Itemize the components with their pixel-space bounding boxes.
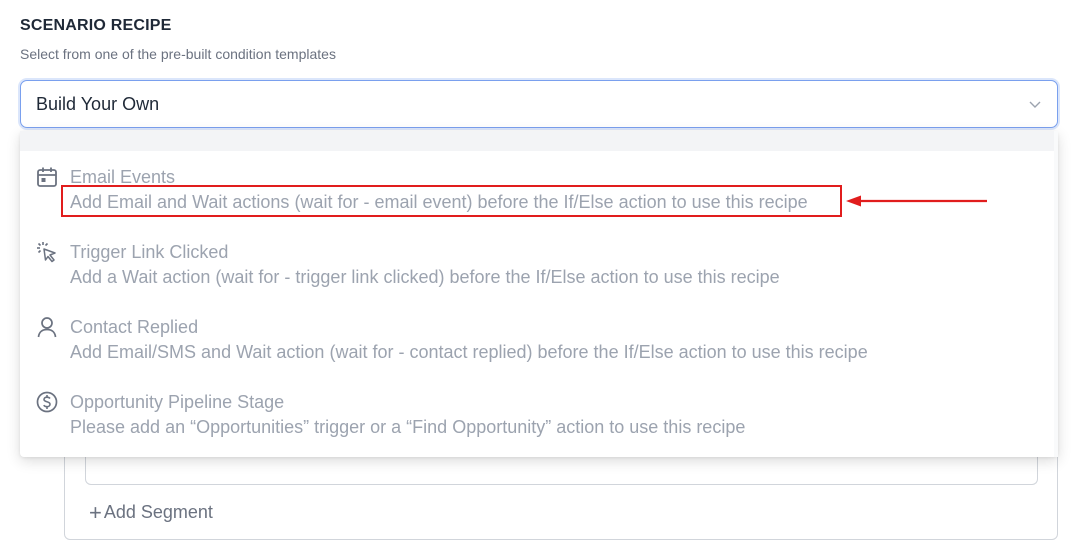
user-icon (37, 317, 57, 338)
section-subtitle: Select from one of the pre-built conditi… (20, 46, 336, 62)
option-contact-replied[interactable]: Contact Replied Add Email/SMS and Wait a… (20, 313, 1054, 388)
dropdown-top-bar (20, 131, 1054, 151)
option-description: Add a Wait action (wait for - trigger li… (70, 267, 780, 287)
scenario-recipe-page: SCENARIO RECIPE Select from one of the p… (0, 0, 1077, 549)
section-title: SCENARIO RECIPE (20, 17, 172, 34)
option-title: Opportunity Pipeline Stage (70, 392, 285, 412)
recipe-dropdown-menu: Email Events Add Email and Wait actions … (20, 131, 1058, 457)
dropdown-scrollbar[interactable] (1054, 131, 1058, 457)
add-segment-label: Add Segment (103, 502, 213, 522)
option-opportunity-pipeline-stage[interactable]: Opportunity Pipeline Stage Please add an… (20, 388, 1054, 463)
add-segment-button[interactable]: + Add Segment (89, 499, 213, 525)
scenario-recipe-select[interactable]: Build Your Own (20, 80, 1058, 128)
option-description: Please add an “Opportunities” trigger or… (70, 417, 746, 437)
pointer-click-icon (37, 242, 56, 263)
annotation-arrow-icon (846, 195, 987, 207)
dollar-circle-icon (36, 391, 58, 413)
select-value: Build Your Own (36, 94, 160, 114)
option-description: Add Email/SMS and Wait action (wait for … (70, 342, 868, 362)
option-title: Contact Replied (70, 317, 199, 337)
chevron-down-icon (1029, 101, 1041, 108)
calendar-icon (37, 167, 57, 187)
plus-icon: + (89, 499, 102, 525)
option-title: Trigger Link Clicked (70, 242, 229, 262)
annotation-highlight-box (61, 185, 842, 217)
option-trigger-link-clicked[interactable]: Trigger Link Clicked Add a Wait action (… (20, 238, 1054, 313)
